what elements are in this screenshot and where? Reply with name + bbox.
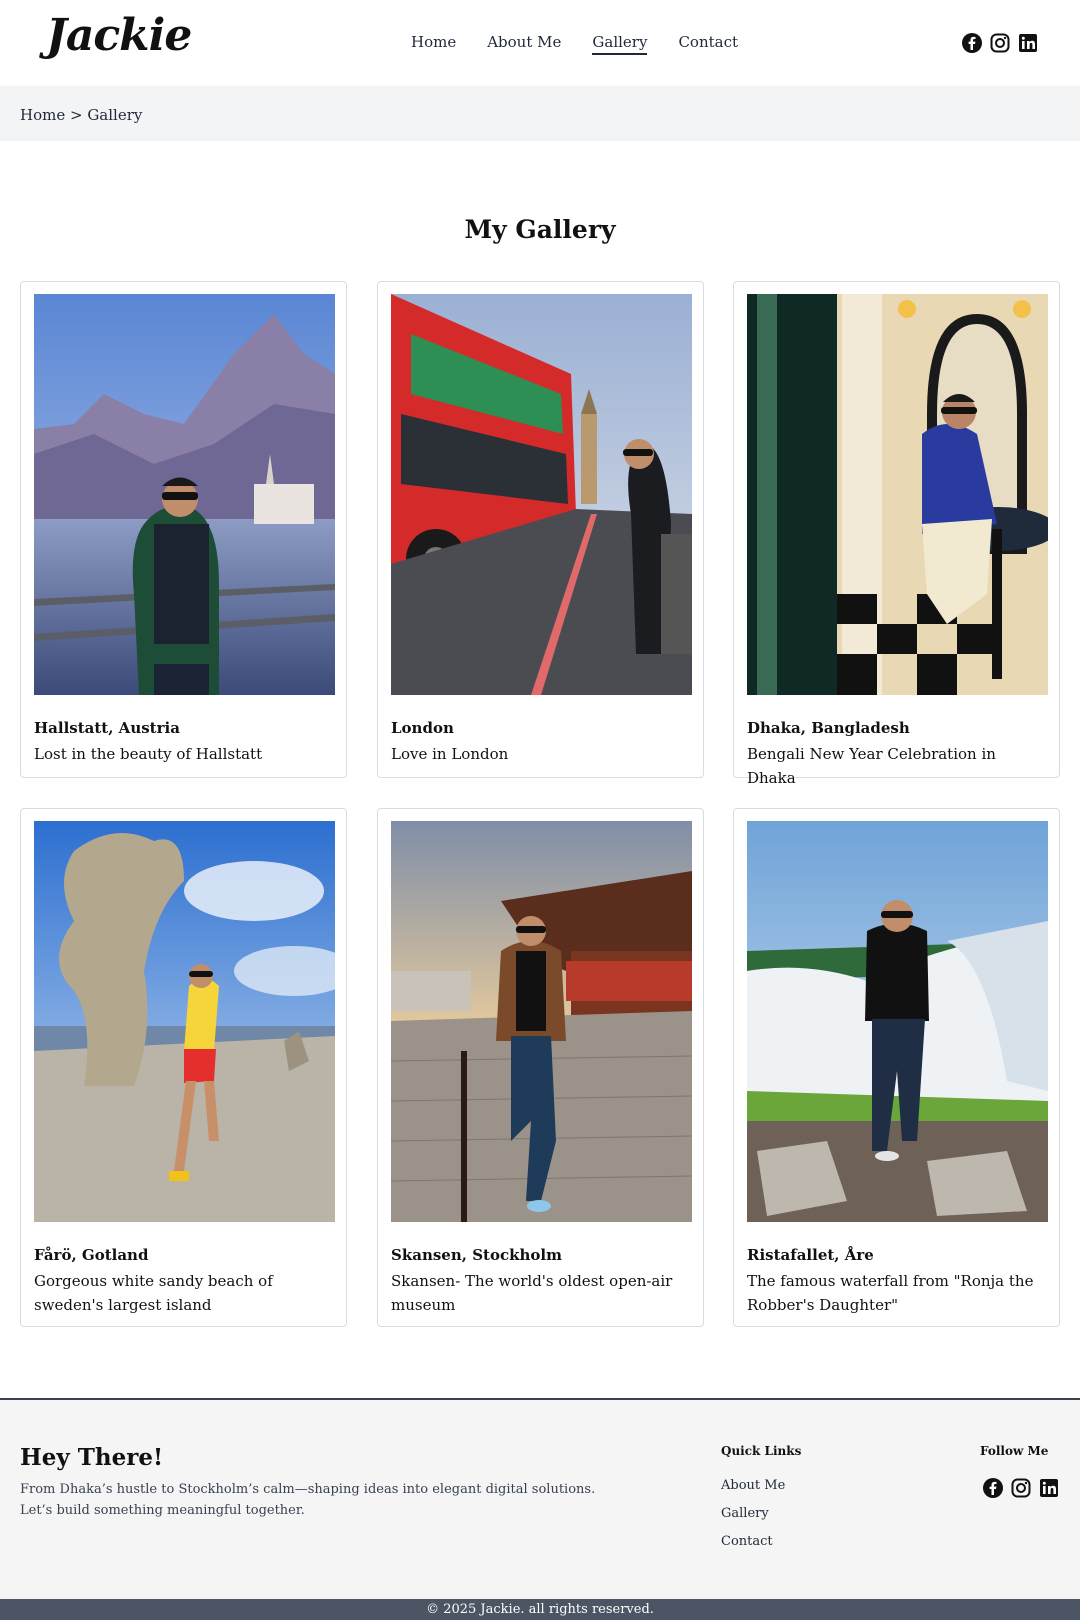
instagram-icon[interactable] xyxy=(1011,1478,1031,1498)
site-header: Jackie Home About Me Gallery Contact xyxy=(0,0,1080,86)
quick-links-title: Quick Links xyxy=(721,1444,802,1458)
footer-heading: Hey There! xyxy=(20,1444,164,1471)
main-nav: Home About Me Gallery Contact xyxy=(411,33,769,55)
gallery-photo-dhaka[interactable] xyxy=(747,294,1048,695)
card-title: London xyxy=(391,719,454,737)
copyright-bar: © 2025 Jackie. all rights reserved. xyxy=(0,1599,1080,1620)
footer-link-about-me[interactable]: About Me xyxy=(721,1478,785,1493)
linkedin-icon[interactable] xyxy=(1018,33,1038,53)
footer-tagline: From Dhaka’s hustle to Stockholm’s calm—… xyxy=(20,1482,596,1497)
gallery-card[interactable]: Fårö, Gotland Gorgeous white sandy beach… xyxy=(20,808,347,1327)
gallery-photo-hallstatt[interactable] xyxy=(34,294,335,695)
header-social-links xyxy=(962,33,1038,53)
gallery-photo-faro[interactable] xyxy=(34,821,335,1222)
footer-social-links xyxy=(983,1478,1059,1498)
gallery-card[interactable]: London Love in London xyxy=(377,281,704,778)
facebook-icon[interactable] xyxy=(962,33,982,53)
page-title: My Gallery xyxy=(464,215,616,244)
linkedin-icon[interactable] xyxy=(1039,1478,1059,1498)
card-description: Gorgeous white sandy beach of sweden's l… xyxy=(34,1272,273,1314)
gallery-card[interactable]: Dhaka, Bangladesh Bengali New Year Celeb… xyxy=(733,281,1060,787)
footer-tagline-2: Let’s build something meaningful togethe… xyxy=(20,1503,305,1518)
follow-me-title: Follow Me xyxy=(980,1444,1049,1458)
nav-contact[interactable]: Contact xyxy=(678,33,738,55)
site-logo[interactable]: Jackie xyxy=(46,10,192,61)
card-description: Lost in the beauty of Hallstatt xyxy=(34,745,263,763)
card-title: Ristafallet, Åre xyxy=(747,1246,874,1264)
footer-link-gallery[interactable]: Gallery xyxy=(721,1506,769,1521)
gallery-photo-skansen[interactable] xyxy=(391,821,692,1222)
nav-gallery[interactable]: Gallery xyxy=(592,33,648,55)
card-title: Fårö, Gotland xyxy=(34,1246,149,1264)
card-title: Skansen, Stockholm xyxy=(391,1246,562,1264)
card-description: Bengali New Year Celebration in Dhaka xyxy=(747,745,996,787)
gallery-card[interactable]: Ristafallet, Åre The famous waterfall fr… xyxy=(733,808,1060,1327)
footer-link-contact[interactable]: Contact xyxy=(721,1534,773,1549)
site-footer: Hey There! From Dhaka’s hustle to Stockh… xyxy=(0,1398,1080,1599)
nav-about-me[interactable]: About Me xyxy=(487,33,561,55)
card-description: The famous waterfall from "Ronja the Rob… xyxy=(747,1272,1034,1314)
nav-home[interactable]: Home xyxy=(411,33,456,55)
card-title: Dhaka, Bangladesh xyxy=(747,719,910,737)
gallery-photo-london[interactable] xyxy=(391,294,692,695)
gallery-photo-ristafallet[interactable] xyxy=(747,821,1048,1222)
breadcrumb[interactable]: Home > Gallery xyxy=(0,86,1080,141)
gallery-card[interactable]: Hallstatt, Austria Lost in the beauty of… xyxy=(20,281,347,778)
card-description: Love in London xyxy=(391,745,509,763)
facebook-icon[interactable] xyxy=(983,1478,1003,1498)
card-description: Skansen- The world's oldest open-air mus… xyxy=(391,1272,673,1314)
instagram-icon[interactable] xyxy=(990,33,1010,53)
card-title: Hallstatt, Austria xyxy=(34,719,180,737)
gallery-card[interactable]: Skansen, Stockholm Skansen- The world's … xyxy=(377,808,704,1327)
